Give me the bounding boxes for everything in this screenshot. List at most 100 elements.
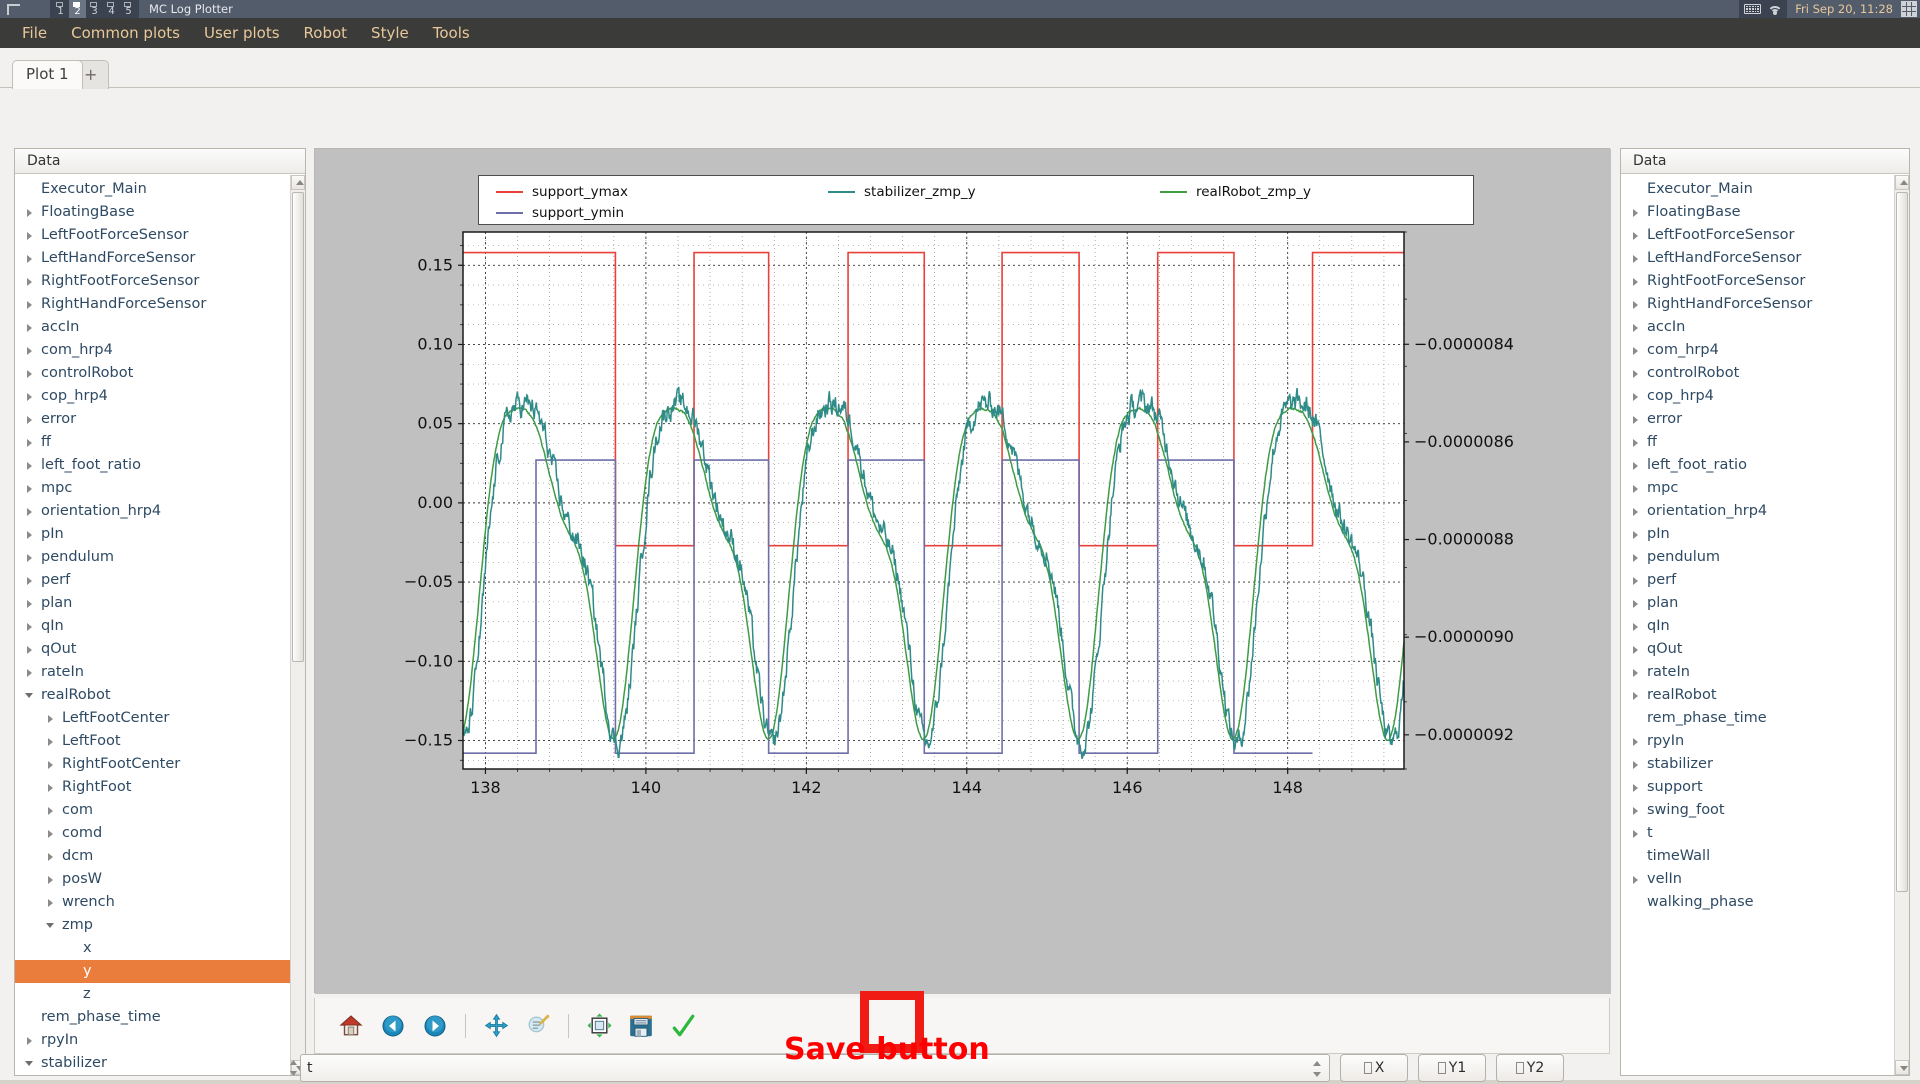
left-tree-item[interactable]: LeftHandForceSensor [15, 247, 290, 270]
configure-subplots-icon[interactable] [580, 1007, 618, 1045]
pan-move-icon[interactable] [477, 1007, 515, 1045]
scroll-up-button[interactable] [1895, 175, 1909, 190]
left-tree-item[interactable]: LeftFoot [15, 730, 290, 753]
chevron-right-icon[interactable] [1631, 207, 1642, 218]
left-tree-item[interactable]: RightFoot [15, 776, 290, 799]
back-arrow-icon[interactable] [374, 1007, 412, 1045]
chevron-down-icon[interactable] [25, 1058, 36, 1069]
chevron-right-icon[interactable] [46, 897, 57, 908]
right-tree-item[interactable]: swing_foot [1621, 799, 1894, 822]
chevron-right-icon[interactable] [1631, 667, 1642, 678]
right-tree-item[interactable]: Executor_Main [1621, 178, 1894, 201]
chevron-right-icon[interactable] [46, 828, 57, 839]
chevron-right-icon[interactable] [25, 598, 36, 609]
menu-common-plots[interactable]: Common plots [59, 20, 192, 46]
chevron-right-icon[interactable] [1631, 368, 1642, 379]
chevron-right-icon[interactable] [1631, 322, 1642, 333]
grid-icon[interactable] [1901, 1, 1917, 17]
left-tree-list[interactable]: Executor_Main FloatingBase LeftFootForceSe… [15, 175, 290, 1075]
chevron-right-icon[interactable] [1631, 828, 1642, 839]
chevron-right-icon[interactable] [46, 736, 57, 747]
chevron-right-icon[interactable] [46, 874, 57, 885]
left-tree-scrollbar[interactable] [290, 175, 305, 1075]
chevron-right-icon[interactable] [25, 207, 36, 218]
chevron-right-icon[interactable] [1631, 782, 1642, 793]
chevron-right-icon[interactable] [25, 276, 36, 287]
chevron-right-icon[interactable] [1631, 437, 1642, 448]
right-tree-item[interactable]: realRobot [1621, 684, 1894, 707]
right-tree-item[interactable]: controlRobot [1621, 362, 1894, 385]
left-tree-item[interactable]: RightFootForceSensor [15, 270, 290, 293]
right-tree-item[interactable]: LeftFootForceSensor [1621, 224, 1894, 247]
left-tree-item[interactable]: RightHandForceSensor [15, 293, 290, 316]
right-tree-item[interactable]: pendulum [1621, 546, 1894, 569]
left-tree-item[interactable]: posW [15, 868, 290, 891]
left-tree-item[interactable]: realRobot [15, 684, 290, 707]
left-tree-item[interactable]: pIn [15, 523, 290, 546]
left-tree-item[interactable]: FloatingBase [15, 201, 290, 224]
right-tree-item[interactable]: RightFootForceSensor [1621, 270, 1894, 293]
chevron-right-icon[interactable] [46, 782, 57, 793]
add-y2-axis-button[interactable]: Y2 [1496, 1054, 1564, 1082]
left-tree-item[interactable]: com [15, 799, 290, 822]
right-tree-item[interactable]: FloatingBase [1621, 201, 1894, 224]
chevron-right-icon[interactable] [1631, 598, 1642, 609]
right-tree-list[interactable]: Executor_Main FloatingBase LeftFootForceSe… [1621, 175, 1894, 1075]
menu-file[interactable]: File [10, 20, 59, 46]
right-tree-item[interactable]: accIn [1621, 316, 1894, 339]
matplotlib-canvas[interactable]: 0.15 0.10 0.05 0.00 −0.05 −0.10 −0.15 138 140 142… [314, 148, 1611, 994]
combo-left-spinner[interactable] [289, 1058, 298, 1078]
chevron-right-icon[interactable] [25, 414, 36, 425]
chevron-right-icon[interactable] [1631, 644, 1642, 655]
workspace-switcher[interactable]: 1 2 3 4 5 [50, 0, 139, 18]
chevron-right-icon[interactable] [25, 322, 36, 333]
right-tree-item[interactable]: velIn [1621, 868, 1894, 891]
right-tree-item[interactable]: plan [1621, 592, 1894, 615]
left-tree-item[interactable]: left_foot_ratio [15, 454, 290, 477]
chevron-right-icon[interactable] [1631, 575, 1642, 586]
add-x-axis-button[interactable]: X [1340, 1054, 1408, 1082]
checkmark-icon[interactable] [664, 1007, 702, 1045]
right-tree-item[interactable]: support [1621, 776, 1894, 799]
left-tree-item[interactable]: error [15, 408, 290, 431]
left-tree-item[interactable]: zmp [15, 914, 290, 937]
left-tree-item[interactable]: mpc [15, 477, 290, 500]
left-tree-item[interactable]: cop_hrp4 [15, 385, 290, 408]
right-tree-item[interactable]: mpc [1621, 477, 1894, 500]
chevron-right-icon[interactable] [1631, 874, 1642, 885]
tab-plot-1[interactable]: Plot 1 [12, 60, 83, 89]
workspace-5[interactable]: 5 [120, 0, 137, 18]
chevron-right-icon[interactable] [25, 667, 36, 678]
right-tree-item[interactable]: error [1621, 408, 1894, 431]
menu-style[interactable]: Style [359, 20, 421, 46]
chevron-right-icon[interactable] [25, 529, 36, 540]
scroll-up-button[interactable] [291, 175, 305, 190]
wifi-icon[interactable] [1767, 4, 1783, 15]
chevron-down-icon[interactable] [25, 690, 36, 701]
chevron-right-icon[interactable] [25, 437, 36, 448]
right-tree-item[interactable]: t [1621, 822, 1894, 845]
chevron-right-icon[interactable] [1631, 391, 1642, 402]
left-tree-item[interactable]: orientation_hrp4 [15, 500, 290, 523]
menu-user-plots[interactable]: User plots [192, 20, 292, 46]
left-tree-item[interactable]: comd [15, 822, 290, 845]
chevron-right-icon[interactable] [25, 460, 36, 471]
left-tree-item[interactable]: Executor_Main [15, 178, 290, 201]
chevron-right-icon[interactable] [1631, 736, 1642, 747]
right-tree-scrollbar[interactable] [1894, 175, 1909, 1075]
right-tree-item[interactable]: qIn [1621, 615, 1894, 638]
chevron-right-icon[interactable] [46, 759, 57, 770]
workspace-1[interactable]: 1 [52, 0, 69, 18]
left-tree-item[interactable]: stabilizer [15, 1052, 290, 1075]
left-tree-item[interactable]: rpyIn [15, 1029, 290, 1052]
chevron-right-icon[interactable] [25, 644, 36, 655]
chevron-right-icon[interactable] [25, 345, 36, 356]
window-menu-icon[interactable] [2, 0, 24, 18]
chevron-right-icon[interactable] [25, 391, 36, 402]
right-tree-item[interactable]: timeWall [1621, 845, 1894, 868]
chevron-down-icon[interactable] [46, 920, 57, 931]
chevron-right-icon[interactable] [25, 253, 36, 264]
right-tree-item[interactable]: LeftHandForceSensor [1621, 247, 1894, 270]
chevron-right-icon[interactable] [1631, 230, 1642, 241]
left-tree-item[interactable]: z [15, 983, 290, 1006]
